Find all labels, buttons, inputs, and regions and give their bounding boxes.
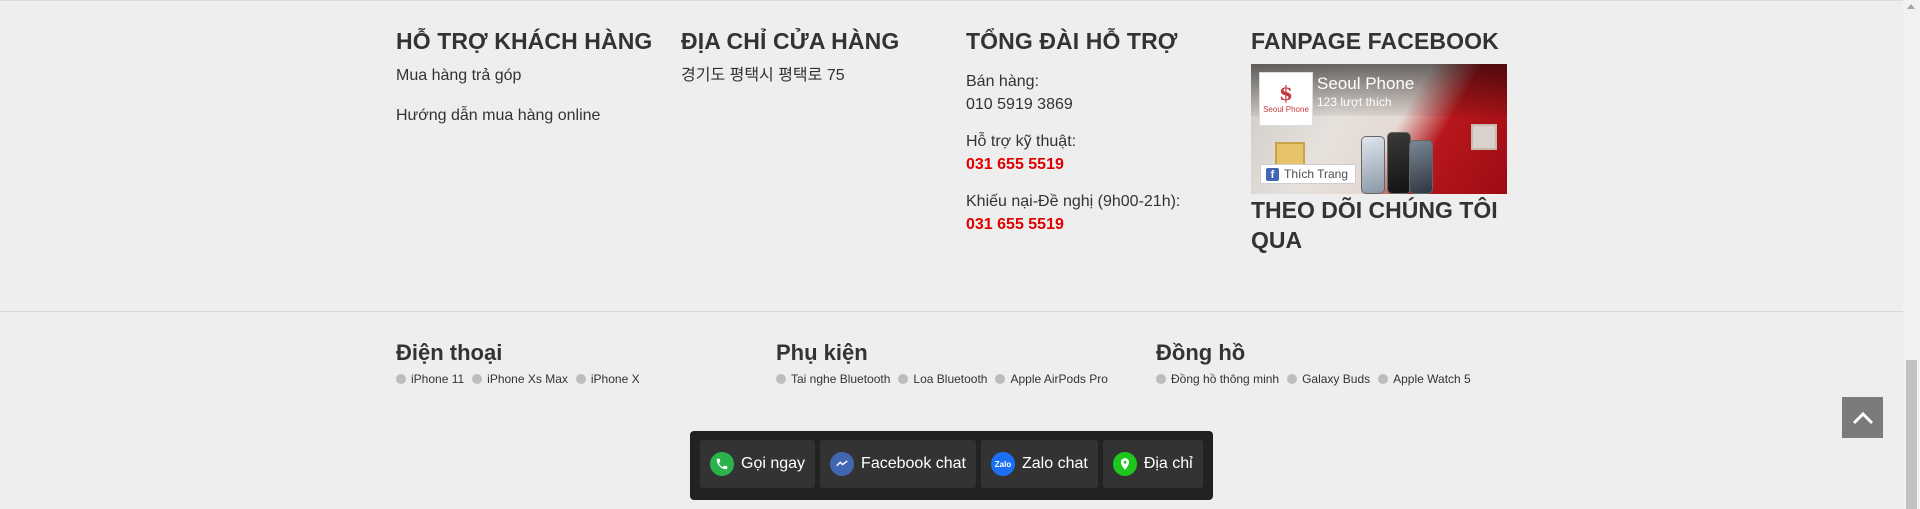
category-item[interactable]: Galaxy Buds [1287, 372, 1370, 386]
bullet-icon [472, 374, 483, 384]
hotline-column: TỔNG ĐÀI HỖ TRỢ Bán hàng: 010 5919 3869 … [966, 26, 1236, 236]
bullet-icon [776, 374, 786, 384]
category-accessories: Phụ kiện Tai nghe Bluetooth Loa Bluetoot… [776, 338, 1108, 386]
logo-mark: $ [1279, 81, 1293, 105]
complaint-label: Khiếu nại-Đề nghị (9h00-21h): [966, 193, 1181, 210]
category-item-label: Tai nghe Bluetooth [791, 372, 891, 386]
zalo-chat-button[interactable]: Zalo Zalo chat [981, 440, 1098, 488]
logo-text: Seoul Phone [1263, 105, 1309, 114]
top-divider [0, 0, 1903, 1]
sales-label: Bán hàng: [966, 73, 1039, 90]
page-logo[interactable]: $ Seoul Phone [1259, 72, 1313, 126]
page-name[interactable]: Seoul Phone [1317, 74, 1414, 94]
category-item[interactable]: Apple AirPods Pro [995, 372, 1108, 386]
map-pin-icon [1112, 452, 1137, 476]
bullet-icon [1287, 374, 1298, 384]
phones-image [1361, 130, 1433, 194]
store-address: 경기도 평택시 평택로 75 [681, 67, 845, 84]
messenger-icon [830, 452, 855, 476]
category-item[interactable]: iPhone X [575, 372, 640, 386]
zalo-chat-label: Zalo chat [1022, 455, 1088, 472]
support-title: HỖ TRỢ KHÁCH HÀNG [396, 28, 653, 54]
call-now-button[interactable]: Gọi ngay [700, 440, 816, 488]
category-item[interactable]: iPhone 11 [396, 372, 464, 386]
tech-number[interactable]: 031 655 5519 [966, 153, 1236, 176]
bullet-icon [575, 374, 586, 384]
facebook-icon: f [1266, 167, 1279, 181]
complaint-number[interactable]: 031 655 5519 [966, 213, 1236, 236]
category-item[interactable]: Apple Watch 5 [1378, 372, 1471, 386]
support-column: HỖ TRỢ KHÁCH HÀNG Mua hàng trả góp Hướng… [396, 26, 666, 126]
facebook-chat-label: Facebook chat [861, 455, 966, 472]
tech-hotline: Hỗ trợ kỹ thuật: 031 655 5519 [966, 130, 1236, 176]
bullet-icon [995, 374, 1006, 384]
store-column: ĐỊA CHỈ CỬA HÀNG 경기도 평택시 평택로 75 [681, 26, 951, 86]
facebook-title: FANPAGE FACEBOOK [1251, 28, 1499, 54]
category-item-label: iPhone 11 [411, 372, 465, 386]
contact-bar: Gọi ngay Facebook chat Zalo Zalo chat Đị… [690, 431, 1213, 500]
category-item[interactable]: Tai nghe Bluetooth [776, 372, 890, 386]
chevron-up-icon [1852, 411, 1873, 424]
installment-link[interactable]: Mua hàng trả góp [396, 66, 666, 86]
category-items: Tai nghe Bluetooth Loa Bluetooth Apple A… [776, 372, 1108, 386]
scroll-up-arrow-icon[interactable] [1907, 4, 1915, 9]
facebook-column: FANPAGE FACEBOOK $ Seoul Phone Seoul Pho… [1251, 26, 1511, 255]
category-title[interactable]: Điện thoại [396, 338, 640, 368]
phone-icon [710, 452, 734, 476]
bullet-icon [1156, 374, 1166, 384]
store-title: ĐỊA CHỈ CỬA HÀNG [681, 28, 900, 54]
tech-label: Hỗ trợ kỹ thuật: [966, 133, 1077, 150]
scrollbar-thumb[interactable] [1906, 360, 1917, 509]
facebook-page-widget[interactable]: $ Seoul Phone Seoul Phone 123 lượt thích… [1251, 64, 1507, 194]
category-items: iPhone 11 iPhone Xs Max iPhone X [396, 372, 640, 386]
category-phones: Điện thoại iPhone 11 iPhone Xs Max iPhon… [396, 338, 640, 386]
bullet-icon [396, 374, 406, 384]
category-item-label: Đồng hồ thông minh [1171, 372, 1280, 386]
category-item[interactable]: Loa Bluetooth [898, 372, 987, 386]
sales-number[interactable]: 010 5919 3869 [966, 93, 1236, 116]
call-now-label: Gọi ngay [741, 455, 806, 472]
category-watches: Đồng hồ Đồng hồ thông minh Galaxy Buds A… [1156, 338, 1471, 386]
follow-us-title: THEO DÕI CHÚNG TÔI QUA [1251, 197, 1498, 253]
category-title[interactable]: Đồng hồ [1156, 338, 1471, 368]
page-scrollbar[interactable] [1903, 0, 1920, 509]
complaint-hotline: Khiếu nại-Đề nghị (9h00-21h): 031 655 55… [966, 190, 1236, 236]
category-item-label: iPhone X [590, 372, 640, 386]
category-item[interactable]: iPhone Xs Max [472, 372, 568, 386]
section-divider [0, 311, 1903, 312]
back-to-top-button[interactable] [1842, 397, 1883, 438]
category-item-label: iPhone Xs Max [487, 372, 568, 386]
category-item-label: Apple Watch 5 [1393, 372, 1471, 386]
online-guide-link[interactable]: Hướng dẫn mua hàng online [396, 106, 666, 126]
category-item-label: Galaxy Buds [1302, 372, 1371, 386]
sales-hotline: Bán hàng: 010 5919 3869 [966, 70, 1236, 116]
address-label: Địa chỉ [1143, 455, 1193, 472]
zalo-icon: Zalo [991, 452, 1015, 476]
category-items: Đồng hồ thông minh Galaxy Buds Apple Wat… [1156, 372, 1471, 386]
category-item-label: Apple AirPods Pro [1010, 372, 1108, 386]
like-page-button[interactable]: f Thích Trang [1260, 164, 1357, 184]
bullet-icon [898, 374, 909, 384]
category-title[interactable]: Phụ kiện [776, 338, 1108, 368]
hotline-title: TỔNG ĐÀI HỖ TRỢ [966, 28, 1178, 54]
like-page-label: Thích Trang [1284, 167, 1349, 181]
facebook-chat-button[interactable]: Facebook chat [820, 440, 976, 488]
gift-box-image-2 [1471, 124, 1497, 150]
address-button[interactable]: Địa chỉ [1102, 440, 1203, 488]
category-item-label: Loa Bluetooth [913, 372, 988, 386]
page-likes: 123 lượt thích [1317, 95, 1392, 109]
category-item[interactable]: Đồng hồ thông minh [1156, 372, 1279, 386]
bullet-icon [1378, 374, 1389, 384]
